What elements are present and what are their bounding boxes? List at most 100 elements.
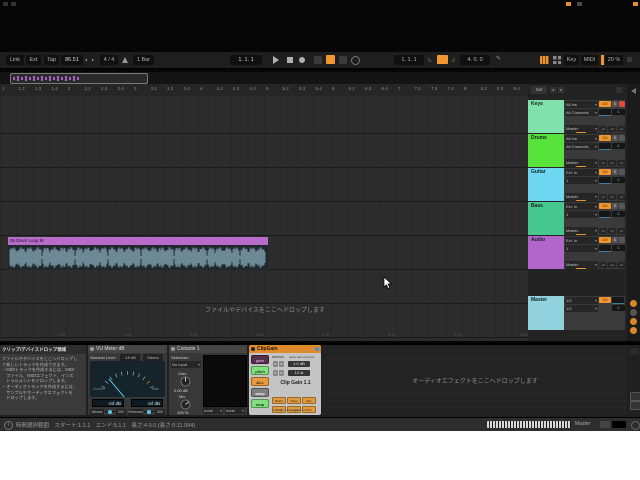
track-header[interactable]: Audio Ext. In 0.0 S 1 C InAutoOff -inf-i…: [528, 236, 625, 269]
fold-panel-icon[interactable]: [631, 88, 636, 94]
stereo-mode-value[interactable]: Stereo: [143, 354, 163, 361]
clipgain-device[interactable]: ClipGain gainpitchALLwarpstop window qui…: [249, 345, 321, 415]
input-type-dropdown[interactable]: All Ins: [565, 101, 598, 108]
mix-knob[interactable]: [180, 399, 191, 410]
io-toggle-icon[interactable]: [616, 87, 622, 93]
st-step-value[interactable]: 12 st: [288, 370, 310, 376]
st-increment-button[interactable]: »: [279, 370, 284, 376]
input-channel-dropdown[interactable]: 1: [565, 245, 598, 252]
db-step-value[interactable]: 1.0 dB: [288, 361, 310, 367]
input-channel-dropdown[interactable]: All Channels: [565, 143, 598, 150]
midi-map-button[interactable]: MIDI: [581, 55, 598, 65]
master-pan-box[interactable]: C: [612, 305, 625, 311]
output-dropdown[interactable]: Master: [565, 261, 598, 268]
gain-knob[interactable]: [180, 376, 191, 387]
send-value[interactable]: -inf: [608, 262, 616, 268]
master-volume-box[interactable]: 0.0: [599, 297, 611, 303]
st-decrement-button[interactable]: «: [273, 370, 278, 376]
loop-switch[interactable]: [437, 55, 448, 64]
db-increment-button[interactable]: »: [279, 361, 284, 367]
automation-arm-button[interactable]: [326, 55, 335, 64]
loop-length-field[interactable]: 4. 0. 0: [460, 55, 490, 65]
quantize-menu[interactable]: 1 Bar: [133, 55, 154, 65]
device-on-icon[interactable]: [171, 347, 175, 351]
attack-slider[interactable]: [105, 411, 115, 412]
window-menu-icon2[interactable]: [11, 2, 16, 6]
input-type-dropdown[interactable]: Ext. In: [565, 169, 598, 176]
nudge-up-button[interactable]: ▸: [92, 55, 94, 65]
solo-button[interactable]: S: [612, 237, 618, 243]
solo-button[interactable]: S: [612, 101, 618, 107]
sidechain-input-dropdown[interactable]: No Input: [171, 361, 201, 368]
track-name[interactable]: Drums: [531, 135, 547, 141]
clipgain-title-bar[interactable]: ClipGain: [249, 345, 321, 353]
nudge-down-button[interactable]: ◂: [85, 55, 87, 65]
play-button[interactable]: [273, 56, 279, 64]
loop-start-field[interactable]: 1. 1. 1: [394, 55, 424, 65]
send-value[interactable]: -inf: [608, 228, 616, 234]
clip-waveform[interactable]: [8, 245, 268, 270]
send-value[interactable]: -inf: [617, 160, 625, 166]
re-enable-automation-button[interactable]: [339, 56, 347, 64]
volume-box[interactable]: 0.0: [599, 101, 611, 107]
monitor-switch[interactable]: InAutoOff: [565, 185, 599, 192]
clipgain-pitch-button[interactable]: pitch: [251, 366, 269, 375]
right-scroll-strip[interactable]: [627, 84, 640, 341]
zoom-button-3[interactable]: [630, 318, 637, 325]
input-type-dropdown[interactable]: Ext. In: [565, 203, 598, 210]
monitor-switch[interactable]: InAutoOff: [565, 253, 599, 260]
send-value[interactable]: -inf: [599, 126, 607, 132]
master-track-header[interactable]: Master 1/2 0.0 1/2 C: [528, 296, 625, 330]
titlebar-gray-icon[interactable]: [577, 2, 582, 6]
send-value[interactable]: -inf: [608, 160, 616, 166]
arm-button[interactable]: [619, 203, 625, 209]
prev-locator-icon[interactable]: ◂: [550, 87, 556, 93]
send-value[interactable]: -inf: [599, 262, 607, 268]
key-map-button[interactable]: Key: [564, 55, 579, 65]
vu-meter-device[interactable]: VU Meter dB Nominal Level -18 dB Stereo …: [88, 345, 167, 415]
audio-effect-drop-zone[interactable]: オーディオエフェクトをここへドロップします: [323, 345, 627, 415]
send-value[interactable]: -inf: [599, 160, 607, 166]
clipgain-stop-button[interactable]: stop: [251, 399, 269, 408]
attack-value[interactable]: 300: [116, 409, 126, 415]
pan-box[interactable]: C: [612, 245, 625, 251]
volume-box[interactable]: 0.0: [599, 135, 611, 141]
mix-value[interactable]: 100 %: [177, 410, 188, 415]
arm-button[interactable]: [619, 101, 625, 107]
track-name[interactable]: Master: [531, 297, 547, 303]
punch-in-button[interactable]: ◺: [428, 55, 432, 65]
output-dropdown[interactable]: Master: [565, 193, 598, 200]
track-name[interactable]: Guitar: [531, 169, 546, 175]
pan-box[interactable]: C: [612, 143, 625, 149]
send-value[interactable]: -inf: [617, 228, 625, 234]
track-name[interactable]: Audio: [531, 237, 545, 243]
volume-box[interactable]: 0.0: [599, 237, 611, 243]
send-value[interactable]: -inf: [608, 126, 616, 132]
volume-box[interactable]: 0.0: [599, 169, 611, 175]
computer-midi-keyboard-icon[interactable]: [540, 56, 549, 64]
device-on-icon[interactable]: [251, 347, 255, 351]
pan-box[interactable]: C: [612, 177, 625, 183]
input-channel-dropdown[interactable]: 1: [565, 177, 598, 184]
titlebar-accent-icon-2[interactable]: [633, 2, 638, 6]
arm-button[interactable]: [619, 169, 625, 175]
pan-box[interactable]: C: [612, 211, 625, 217]
track-header[interactable]: Drums All Ins 0.0 S All Channels C InAut…: [528, 134, 625, 167]
routing-a-dropdown[interactable]: none: [203, 407, 223, 414]
overview-zoom-box[interactable]: [10, 73, 148, 84]
zoom-button-1[interactable]: [630, 300, 637, 307]
send-value[interactable]: -inf: [608, 194, 616, 200]
punch-out-button[interactable]: ◿: [451, 55, 455, 65]
send-value[interactable]: -inf: [599, 228, 607, 234]
sidechain-label[interactable]: Sidechain: [171, 355, 189, 360]
device-on-icon[interactable]: [90, 347, 94, 351]
track-header[interactable]: Bass Ext. In 0.0 S 1 C InAutoOff -inf-in…: [528, 202, 625, 235]
session-grid-icon[interactable]: [553, 56, 561, 64]
device-view-selector-icon[interactable]: [630, 401, 640, 410]
stop-button[interactable]: [287, 57, 293, 63]
pan-box[interactable]: C: [612, 109, 625, 115]
arrangement-position-display[interactable]: 1. 1. 1: [230, 55, 262, 65]
clip-view-selector-icon[interactable]: [630, 392, 640, 401]
output-dropdown[interactable]: Master: [565, 125, 598, 132]
send-value[interactable]: -inf: [617, 126, 625, 132]
